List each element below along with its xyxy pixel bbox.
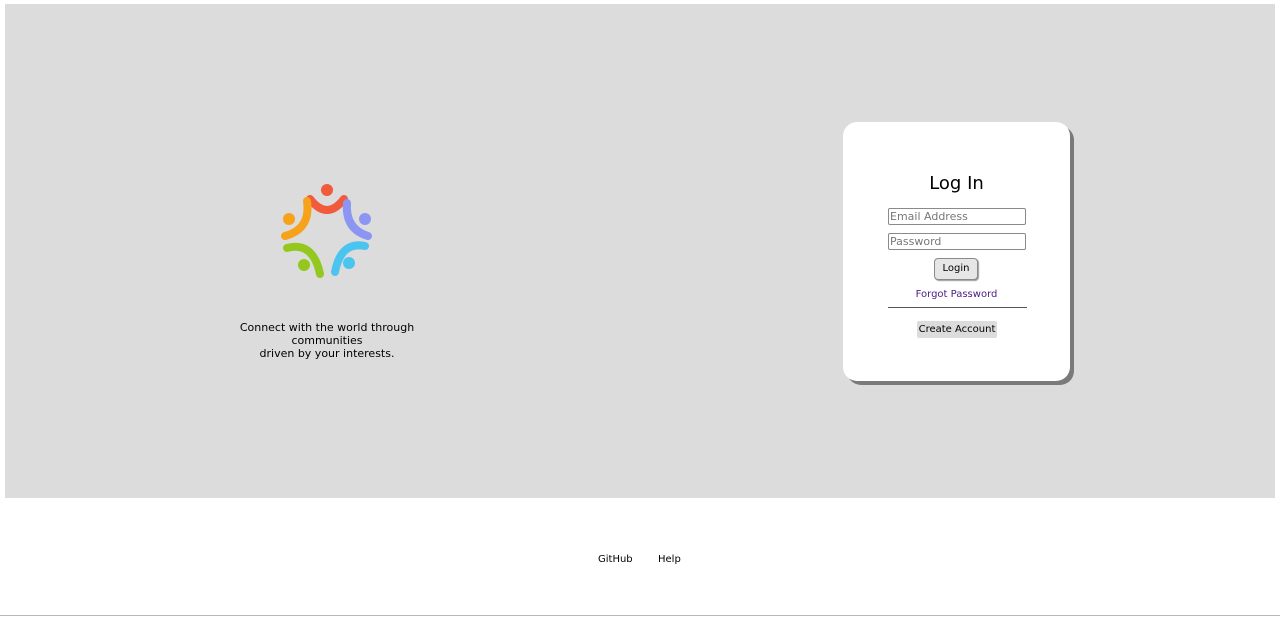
tagline-line-2: driven by your interests.: [259, 347, 395, 360]
hero-section: Connect with the world through communiti…: [5, 4, 1275, 498]
tagline: Connect with the world through communiti…: [205, 321, 449, 360]
email-input[interactable]: [888, 208, 1026, 225]
login-button[interactable]: Login: [934, 258, 978, 280]
footer: GitHub Help: [0, 552, 1280, 570]
login-card: Log In Login Forgot Password Create Acco…: [843, 122, 1070, 381]
tagline-line-1: Connect with the world through communiti…: [239, 321, 415, 347]
footer-link-help[interactable]: Help: [658, 552, 681, 568]
forgot-password-link[interactable]: Forgot Password: [843, 288, 1070, 301]
login-title: Log In: [929, 173, 984, 194]
card-divider: [888, 307, 1027, 308]
create-account-button[interactable]: Create Account: [917, 321, 997, 338]
footer-link-github[interactable]: GitHub: [598, 552, 633, 568]
bottom-divider: [0, 615, 1280, 616]
community-logo-icon: [281, 184, 372, 278]
password-input[interactable]: [888, 233, 1026, 250]
